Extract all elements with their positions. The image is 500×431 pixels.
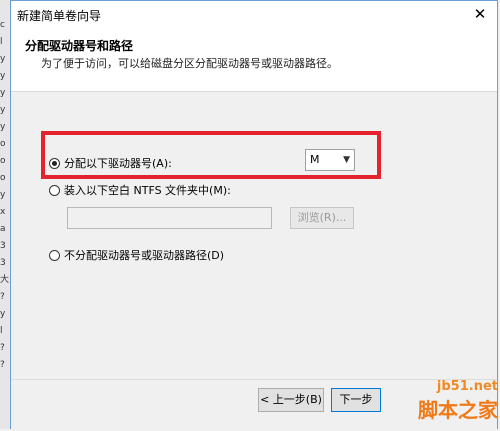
mount-folder-option[interactable]: 装入以下空白 NTFS 文件夹中(M): xyxy=(49,182,231,198)
next-button[interactable]: 下一步 xyxy=(331,388,381,412)
page-subtitle: 为了便于访问，可以给磁盘分区分配驱动器号或驱动器路径。 xyxy=(41,57,338,70)
background-glyph: ? xyxy=(0,360,5,370)
assign-letter-option[interactable]: 分配以下驱动器号(A): xyxy=(49,155,172,171)
chevron-down-icon: ▼ xyxy=(343,155,350,165)
window-title: 新建简单卷向导 xyxy=(17,9,102,23)
new-simple-volume-wizard: 新建简单卷向导 ✕ 分配驱动器号和路径 为了便于访问，可以给磁盘分区分配驱动器号… xyxy=(10,0,498,431)
browse-button[interactable]: 浏览(R)... xyxy=(290,207,354,229)
background-glyph: y xyxy=(0,122,6,132)
background-glyph: l xyxy=(0,326,3,336)
wizard-footer: < 上一步(B) 下一步 xyxy=(11,379,497,431)
background-glyph: 3 xyxy=(0,258,6,268)
assign-letter-radio[interactable] xyxy=(49,157,60,169)
background-glyph: y xyxy=(0,190,6,200)
background-glyph: o xyxy=(0,156,6,166)
mount-folder-label: 装入以下空白 NTFS 文件夹中(M): xyxy=(64,184,231,197)
background-glyph: c xyxy=(0,20,5,30)
wizard-header: 分配驱动器号和路径 为了便于访问，可以给磁盘分区分配驱动器号或驱动器路径。 xyxy=(11,29,497,92)
background-glyph: y xyxy=(0,309,6,319)
background-glyph: y xyxy=(0,54,6,64)
wizard-content: 分配以下驱动器号(A): M ▼ 装入以下空白 NTFS 文件夹中(M): 浏览… xyxy=(11,92,497,382)
drive-letter-select[interactable]: M ▼ xyxy=(305,149,355,171)
back-button[interactable]: < 上一步(B) xyxy=(258,388,324,412)
folder-path-input[interactable] xyxy=(67,207,272,229)
background-glyph: o xyxy=(0,173,6,183)
no-assign-radio[interactable] xyxy=(49,249,60,261)
background-glyph: o xyxy=(0,139,6,149)
mount-folder-radio[interactable] xyxy=(49,184,60,196)
close-icon[interactable]: ✕ xyxy=(469,4,491,24)
title-bar: 新建简单卷向导 ✕ xyxy=(11,1,497,29)
drive-letter-value: M xyxy=(310,153,320,166)
background-glyph: ? xyxy=(0,343,5,353)
background-glyph: 3 xyxy=(0,241,6,251)
background-glyph: a xyxy=(0,224,6,234)
assign-letter-label: 分配以下驱动器号(A): xyxy=(64,157,172,170)
background-glyph: y xyxy=(0,88,6,98)
background-glyph: y xyxy=(0,71,6,81)
no-assign-option[interactable]: 不分配驱动器号或驱动器路径(D) xyxy=(49,247,224,263)
no-assign-label: 不分配驱动器号或驱动器路径(D) xyxy=(64,249,225,262)
page-title: 分配驱动器号和路径 xyxy=(25,39,134,53)
background-glyph: l xyxy=(0,37,3,47)
background-glyph: ? xyxy=(0,292,5,302)
background-glyph: y xyxy=(0,105,6,115)
background-glyph: x xyxy=(0,207,6,217)
background-glyph: 大 xyxy=(0,275,10,285)
